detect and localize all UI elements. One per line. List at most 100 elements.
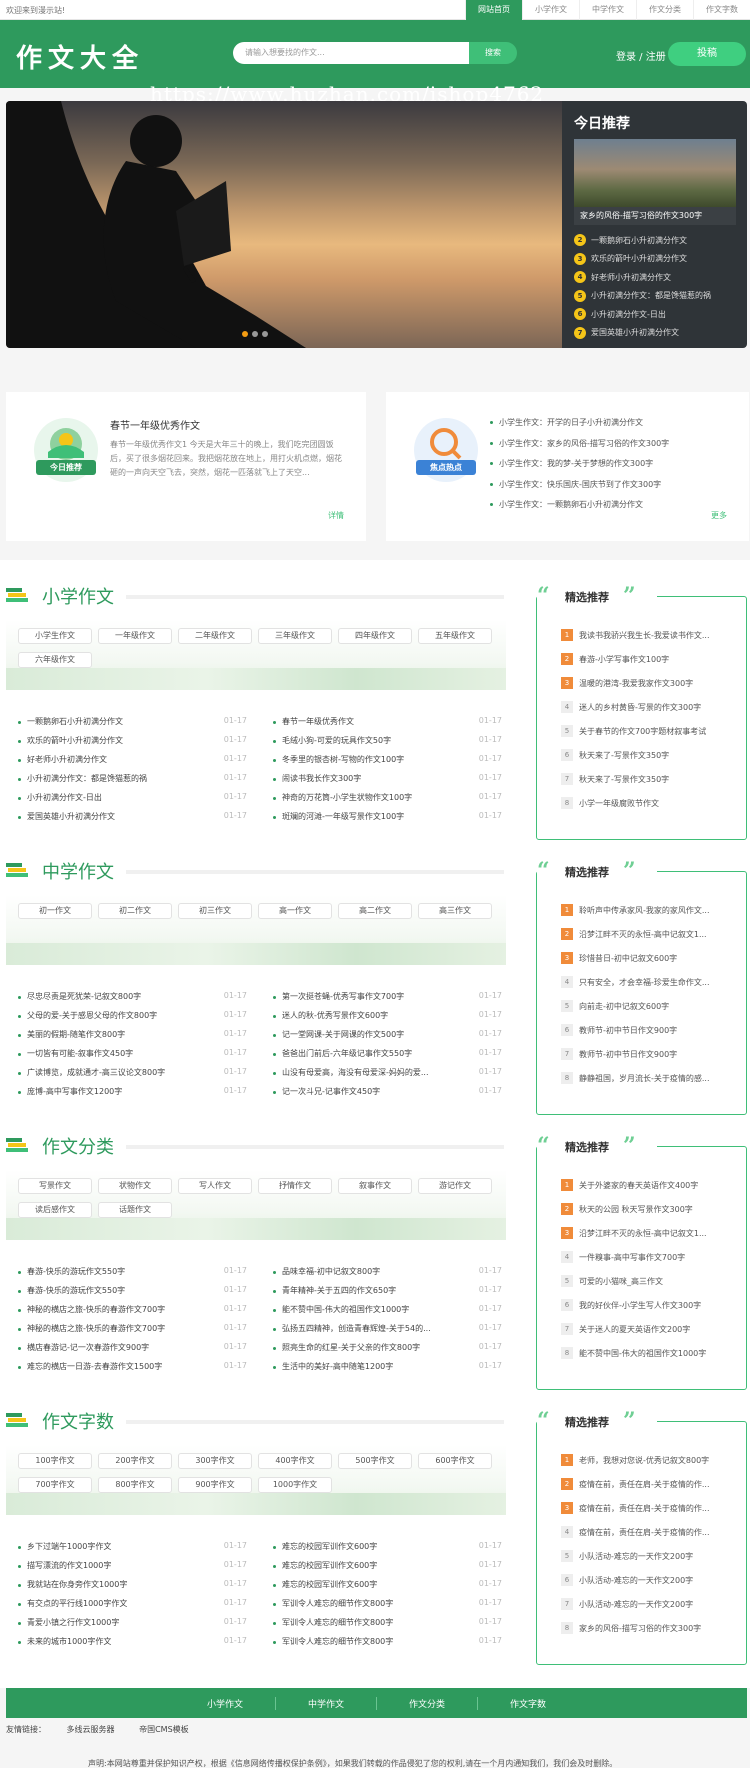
grade-tag[interactable]: 300字作文 (178, 1453, 252, 1469)
list-item[interactable]: 难忘的校园军训作文600字 01-17 (273, 1559, 502, 1578)
list-item[interactable]: 第一次挺苍蝇-优秀写事作文700字 01-17 (273, 990, 502, 1009)
site-logo[interactable]: 作文大全 (16, 38, 144, 75)
today-featured-caption[interactable]: 家乡的风俗-描写习俗的作文300字 (574, 207, 736, 225)
details-link[interactable]: 详情 (328, 510, 344, 521)
grade-tag[interactable]: 叙事作文 (338, 1178, 412, 1194)
list-item[interactable]: 小学生作文：快乐国庆-国庆节到了作文300字 (490, 479, 669, 500)
top-nav-category[interactable]: 作文分类 (636, 0, 693, 20)
list-item[interactable]: 神秘的横店之旅-快乐的春游作文700字 01-17 (18, 1322, 247, 1341)
list-item[interactable]: 6 小队活动-难忘的一天作文200字 (561, 1568, 741, 1592)
list-item[interactable]: 3 沿梦江畔不灭的永恒-高中记叙文1... (561, 1221, 741, 1245)
grade-tag[interactable]: 初二作文 (98, 903, 172, 919)
grade-tag[interactable]: 写人作文 (178, 1178, 252, 1194)
list-item[interactable]: 2 一颗鹅卵石小升初满分作文 (574, 231, 711, 250)
list-item[interactable]: 神秘的横店之旅-快乐的春游作文700字 01-17 (18, 1303, 247, 1322)
list-item[interactable]: 7 爱国英雄小升初满分作文 (574, 324, 711, 343)
list-item[interactable]: 5 向前走-初中记叙文600字 (561, 994, 741, 1018)
list-item[interactable]: 2 秋天的公园 秋天写景作文300字 (561, 1197, 741, 1221)
list-item[interactable]: 春游-快乐的游玩作文550字 01-17 (18, 1265, 247, 1284)
list-item[interactable]: 记一次斗兄-记事作文450字 01-17 (273, 1085, 502, 1104)
top-nav-home[interactable]: 网站首页 (465, 0, 522, 20)
banner-dot-3[interactable] (262, 331, 268, 337)
footer-nav-primary[interactable]: 小学作文 (175, 1696, 276, 1710)
list-item[interactable]: 8 家乡的风俗-描写习俗的作文300字 (561, 1616, 741, 1640)
list-item[interactable]: 神奇的万花筒-小学生状物作文100字 01-17 (273, 791, 502, 810)
list-item[interactable]: 有交点的平行线1000字作文 01-17 (18, 1597, 247, 1616)
list-item[interactable]: 小学生作文：家乡的风俗-描写习俗的作文300字 (490, 438, 669, 459)
list-item[interactable]: 7 小队活动-难忘的一天作文200字 (561, 1592, 741, 1616)
grade-tag[interactable]: 读后感作文 (18, 1202, 92, 1218)
list-item[interactable]: 8 小学一年级腐败节作文 (561, 791, 741, 815)
grade-tag[interactable]: 二年级作文 (178, 628, 252, 644)
more-link[interactable]: 更多 (711, 510, 727, 521)
login-register-link[interactable]: 登录 / 注册 (616, 48, 666, 63)
list-item[interactable]: 青爱小镇之行作文1000字 01-17 (18, 1616, 247, 1635)
featured-article-title[interactable]: 春节一年级优秀作文 (110, 417, 200, 432)
list-item[interactable]: 1 聆听声中传承家风-我家的家风作文... (561, 898, 741, 922)
section-title[interactable]: 小学作文 (42, 583, 114, 609)
grade-tag[interactable]: 初三作文 (178, 903, 252, 919)
grade-tag[interactable]: 三年级作文 (258, 628, 332, 644)
banner-dot-1[interactable] (242, 331, 248, 337)
list-item[interactable]: 小学生作文：一颗鹅卵石小升初满分作文 (490, 499, 669, 520)
list-item[interactable]: 山没有母爱高，海没有母爱深-妈妈的爱... 01-17 (273, 1066, 502, 1085)
list-item[interactable]: 5 小升初满分作文：都是馋猫惹的祸 (574, 287, 711, 306)
list-item[interactable]: 能不赞中国-伟大的祖国作文1000字 01-17 (273, 1303, 502, 1322)
list-item[interactable]: 冬季里的银杏树-写物的作文100字 01-17 (273, 753, 502, 772)
list-item[interactable]: 8 静静祖国，岁月流长-关于疫情的感... (561, 1066, 741, 1090)
grade-tag[interactable]: 800字作文 (98, 1477, 172, 1493)
list-item[interactable]: 爱国英雄小升初满分作文 01-17 (18, 810, 247, 829)
grade-tag[interactable]: 1000字作文 (258, 1477, 332, 1493)
section-title[interactable]: 作文字数 (42, 1408, 114, 1434)
top-nav-wordcount[interactable]: 作文字数 (693, 0, 750, 20)
list-item[interactable]: 爸爸出门前后-六年级记事作文550字 01-17 (273, 1047, 502, 1066)
banner-dot-2[interactable] (252, 331, 258, 337)
grade-tag[interactable]: 写景作文 (18, 1178, 92, 1194)
list-item[interactable]: 4 一件糗事-高中写事作文700字 (561, 1245, 741, 1269)
list-item[interactable]: 军训令人难忘的细节作文800字 01-17 (273, 1616, 502, 1635)
list-item[interactable]: 8 能不赞中国-伟大的祖国作文1000字 (561, 1341, 741, 1365)
list-item[interactable]: 3 珍惜昔日-初中记叙文600字 (561, 946, 741, 970)
grade-tag[interactable]: 高一作文 (258, 903, 332, 919)
list-item[interactable]: 7 秋天来了-写景作文350字 (561, 767, 741, 791)
list-item[interactable]: 小升初满分作文-日出 01-17 (18, 791, 247, 810)
grade-tag[interactable]: 100字作文 (18, 1453, 92, 1469)
list-item[interactable]: 4 只有安全，才会幸福-珍爱生命作文... (561, 970, 741, 994)
grade-tag[interactable]: 900字作文 (178, 1477, 252, 1493)
list-item[interactable]: 小升初满分作文：都是馋猫惹的祸 01-17 (18, 772, 247, 791)
list-item[interactable]: 4 好老师小升初满分作文 (574, 268, 711, 287)
list-item[interactable]: 斑斓的河滩-一年级写景作文100字 01-17 (273, 810, 502, 829)
list-item[interactable]: 6 我的好伙伴-小学生写人作文300字 (561, 1293, 741, 1317)
list-item[interactable]: 5 关于春节的作文700字题材叙事考试 (561, 719, 741, 743)
list-item[interactable]: 小学生作文：开学的日子小升初满分作文 (490, 417, 669, 438)
list-item[interactable]: 弘扬五四精神，创造青春辉煌-关于54的... 01-17 (273, 1322, 502, 1341)
section-title[interactable]: 作文分类 (42, 1133, 114, 1159)
list-item[interactable]: 闹读书我长作文300字 01-17 (273, 772, 502, 791)
list-item[interactable]: 青年精神-关于五四的作文650字 01-17 (273, 1284, 502, 1303)
grade-tag[interactable]: 700字作文 (18, 1477, 92, 1493)
search-input[interactable]: 请输入想要找的作文... (233, 42, 469, 64)
list-item[interactable]: 3 疫情在前，责任在肩-关于疫情的作... (561, 1496, 741, 1520)
list-item[interactable]: 2 沿梦江畔不灭的永恒-高中记叙文1... (561, 922, 741, 946)
list-item[interactable]: 1 关于外婆家的春天英语作文400字 (561, 1173, 741, 1197)
top-nav-primary[interactable]: 小学作文 (522, 0, 579, 20)
list-item[interactable]: 欢乐的箭叶小升初满分作文 01-17 (18, 734, 247, 753)
list-item[interactable]: 记一堂网课-关于网课的作文500字 01-17 (273, 1028, 502, 1047)
list-item[interactable]: 6 教师节-初中节日作文900字 (561, 1018, 741, 1042)
list-item[interactable]: 春游-快乐的游玩作文550字 01-17 (18, 1284, 247, 1303)
list-item[interactable]: 3 温暖的港湾-我爱我家作文300字 (561, 671, 741, 695)
list-item[interactable]: 一切皆有可能-叙事作文450字 01-17 (18, 1047, 247, 1066)
list-item[interactable]: 照亮生命的红星-关于父亲的作文800字 01-17 (273, 1341, 502, 1360)
grade-tag[interactable]: 抒情作文 (258, 1178, 332, 1194)
top-nav-middle[interactable]: 中学作文 (579, 0, 636, 20)
submit-article-button[interactable]: 投稿 (668, 42, 746, 66)
list-item[interactable]: 1 老师，我想对您说-优秀记叙文800字 (561, 1448, 741, 1472)
list-item[interactable]: 父母的爱-关于感恩父母的作文800字 01-17 (18, 1009, 247, 1028)
list-item[interactable]: 一颗鹅卵石小升初满分作文 01-17 (18, 715, 247, 734)
grade-tag[interactable]: 五年级作文 (418, 628, 492, 644)
grade-tag[interactable]: 游记作文 (418, 1178, 492, 1194)
grade-tag[interactable]: 六年级作文 (18, 652, 92, 668)
list-item[interactable]: 广读博览，成就通才-高三议论文800字 01-17 (18, 1066, 247, 1085)
grade-tag[interactable]: 500字作文 (338, 1453, 412, 1469)
grade-tag[interactable]: 四年级作文 (338, 628, 412, 644)
